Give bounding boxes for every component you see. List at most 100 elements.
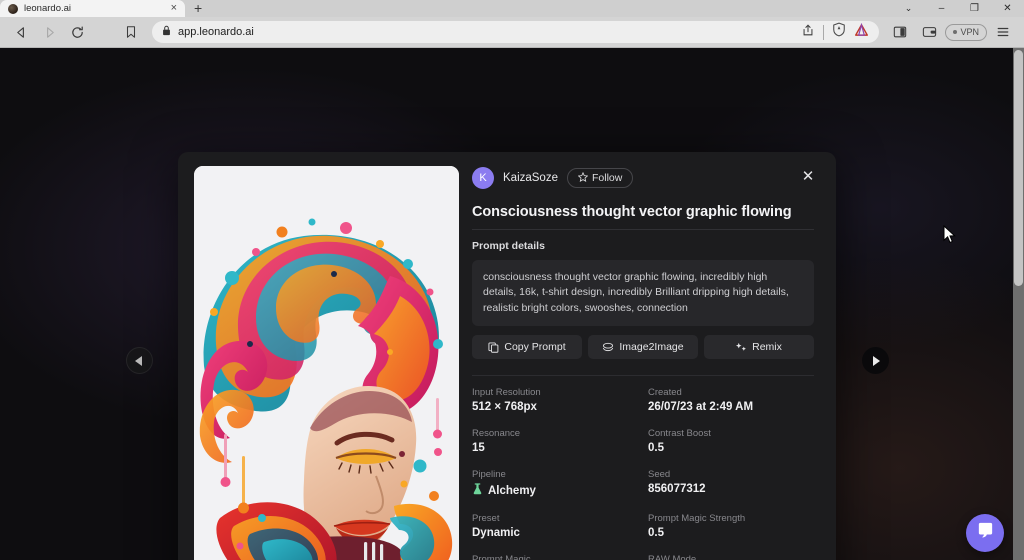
author-name[interactable]: KaizaSoze — [503, 172, 558, 184]
toolbar-divider — [823, 25, 824, 40]
tab-search-chevron-icon[interactable]: ⌄ — [892, 0, 925, 17]
metadata-divider — [472, 375, 814, 376]
metadata-key: Contrast Boost — [648, 428, 814, 439]
metadata-key: Preset — [472, 513, 638, 524]
metadata-item-prompt-magic: Prompt Magic V3 — [472, 554, 638, 560]
brave-shield-icon[interactable] — [832, 22, 846, 42]
title-divider — [472, 229, 814, 230]
metadata-item-prompt-magic-strength: Prompt Magic Strength 0.5 — [648, 513, 814, 539]
metadata-key: Prompt Magic — [472, 554, 638, 560]
page-viewport: ✕ K KaizaSoze Follow Consciousness thoug… — [0, 48, 1024, 560]
metadata-key: Prompt Magic Strength — [648, 513, 814, 524]
modal-artwork-pane — [178, 152, 460, 560]
metadata-key: Input Resolution — [472, 387, 638, 398]
metadata-value: 856077312 — [648, 483, 814, 495]
back-arrow-icon[interactable] — [8, 20, 34, 44]
next-image-arrow[interactable] — [862, 347, 889, 374]
navigation-toolbar: app.leonardo.ai — [0, 17, 1024, 48]
metadata-key: Seed — [648, 469, 814, 480]
tab-close-icon[interactable]: × — [169, 3, 179, 14]
prompt-text[interactable]: consciousness thought vector graphic flo… — [472, 260, 814, 326]
vpn-button[interactable]: VPN — [945, 24, 987, 41]
avatar[interactable]: K — [472, 167, 494, 189]
author-row: K KaizaSoze Follow — [472, 166, 814, 190]
modal-details-pane: ✕ K KaizaSoze Follow Consciousness thoug… — [460, 152, 836, 560]
metadata-item-resonance: Resonance 15 — [472, 428, 638, 454]
forward-arrow-icon — [36, 20, 62, 44]
star-icon — [578, 172, 588, 185]
copy-prompt-label: Copy Prompt — [504, 341, 565, 353]
metadata-value: Dynamic — [472, 527, 638, 539]
tab-strip: leonardo.ai × + ⌄ – ❐ ✕ — [0, 0, 1024, 17]
image2image-label: Image2Image — [619, 341, 683, 353]
vpn-label: VPN — [960, 27, 979, 37]
metadata-value: 15 — [472, 442, 638, 454]
leo-ai-icon[interactable] — [854, 23, 869, 42]
metadata-item-preset: Preset Dynamic — [472, 513, 638, 539]
hamburger-menu-icon[interactable] — [990, 20, 1016, 44]
url-text: app.leonardo.ai — [178, 26, 254, 38]
chevron-left-icon — [135, 356, 142, 366]
sparkle-icon — [736, 342, 747, 353]
messenger-icon — [976, 521, 995, 545]
metadata-key: Created — [648, 387, 814, 398]
sidebar-panel-icon[interactable] — [887, 20, 913, 44]
window-minimize-button[interactable]: – — [925, 0, 958, 17]
follow-button[interactable]: Follow — [567, 168, 633, 188]
url-bar[interactable]: app.leonardo.ai — [152, 21, 879, 43]
browser-chrome: leonardo.ai × + ⌄ – ❐ ✕ app.leonardo.ai — [0, 0, 1024, 48]
vpn-status-dot-icon — [953, 30, 957, 34]
metadata-item-created: Created 26/07/23 at 2:49 AM — [648, 387, 814, 413]
image2image-button[interactable]: Image2Image — [588, 335, 698, 359]
metadata-value: Alchemy — [488, 485, 536, 497]
tab-title: leonardo.ai — [24, 3, 163, 14]
prompt-actions: Copy Prompt Image2Image Remix — [472, 335, 814, 359]
close-modal-button[interactable]: ✕ — [798, 166, 818, 186]
previous-image-arrow[interactable] — [126, 347, 153, 374]
metadata-item-input-resolution: Input Resolution 512 × 768px — [472, 387, 638, 413]
remix-button[interactable]: Remix — [704, 335, 814, 359]
metadata-value-with-icon: Alchemy — [472, 483, 638, 498]
intercom-messenger-button[interactable] — [966, 514, 1004, 552]
new-tab-button[interactable]: + — [194, 1, 202, 15]
metadata-value: 0.5 — [648, 442, 814, 454]
flask-icon — [472, 483, 483, 498]
remix-label: Remix — [752, 341, 782, 353]
copy-icon — [488, 342, 499, 353]
metadata-item-pipeline: Pipeline Alchemy — [472, 469, 638, 498]
browser-toolbar-right: VPN — [887, 20, 1016, 44]
reload-icon[interactable] — [64, 20, 90, 44]
window-controls: ⌄ – ❐ ✕ — [892, 0, 1024, 17]
window-maximize-button[interactable]: ❐ — [958, 0, 991, 17]
bookmark-icon[interactable] — [118, 20, 144, 44]
leonardo-favicon-icon — [8, 4, 18, 14]
metadata-value: 26/07/23 at 2:49 AM — [648, 401, 814, 413]
window-close-button[interactable]: ✕ — [991, 0, 1024, 17]
wallet-icon[interactable] — [916, 20, 942, 44]
metadata-value: 512 × 768px — [472, 401, 638, 413]
browser-tab[interactable]: leonardo.ai × — [0, 0, 185, 17]
metadata-item-seed: Seed 856077312 — [648, 469, 814, 498]
artwork-vector — [194, 166, 459, 560]
page-title: Consciousness thought vector graphic flo… — [472, 204, 814, 220]
chevron-right-icon — [873, 356, 880, 366]
metadata-key: Pipeline — [472, 469, 638, 480]
layers-icon — [602, 342, 614, 353]
share-icon[interactable] — [801, 23, 815, 42]
copy-prompt-button[interactable]: Copy Prompt — [472, 335, 582, 359]
prompt-details-label: Prompt details — [472, 240, 814, 252]
artwork-image[interactable] — [194, 166, 459, 560]
lock-icon — [162, 23, 171, 41]
image-detail-modal: ✕ K KaizaSoze Follow Consciousness thoug… — [178, 152, 836, 560]
follow-button-label: Follow — [592, 172, 622, 184]
metadata-item-contrast-boost: Contrast Boost 0.5 — [648, 428, 814, 454]
page-scrollbar-track[interactable] — [1013, 48, 1024, 560]
metadata-grid: Input Resolution 512 × 768px Created 26/… — [472, 387, 814, 560]
page-scrollbar-thumb[interactable] — [1014, 50, 1023, 286]
url-bar-actions — [801, 22, 869, 42]
metadata-value: 0.5 — [648, 527, 814, 539]
metadata-key: RAW Mode — [648, 554, 814, 560]
mouse-cursor — [943, 225, 956, 249]
metadata-item-raw-mode: RAW Mode Off — [648, 554, 814, 560]
metadata-key: Resonance — [472, 428, 638, 439]
